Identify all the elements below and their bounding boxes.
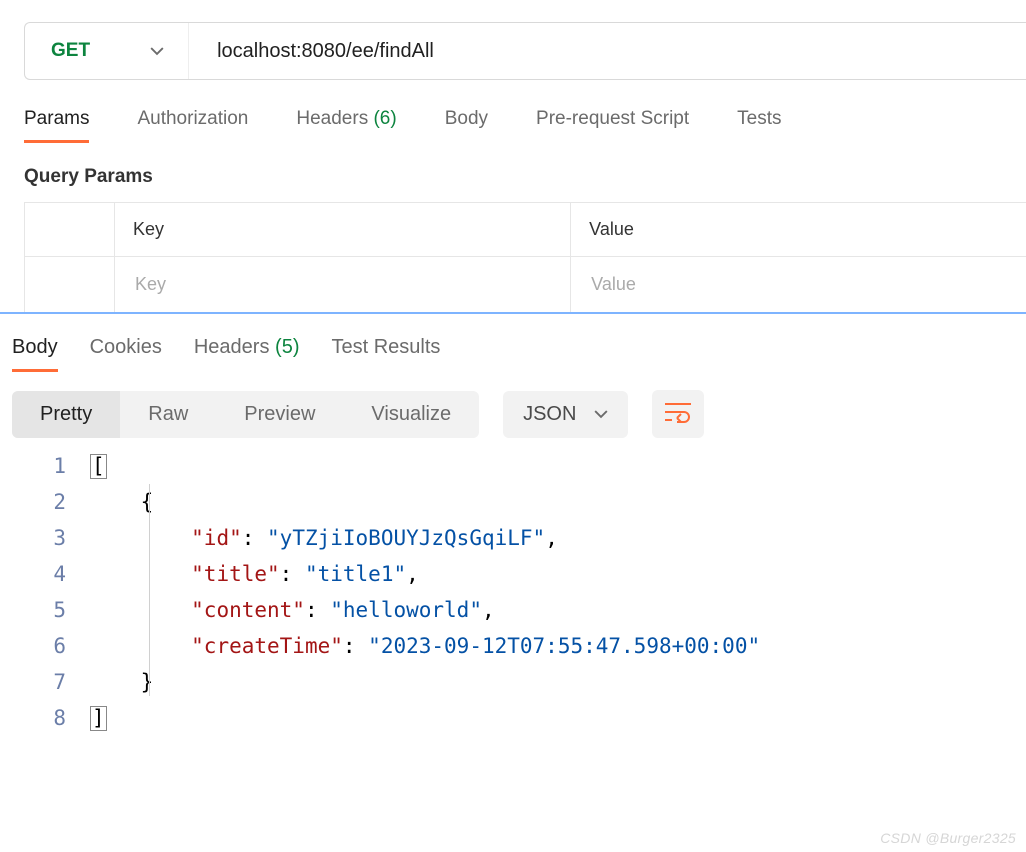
format-label: JSON xyxy=(523,403,576,426)
line-number: 1 xyxy=(0,448,66,484)
view-visualize[interactable]: Visualize xyxy=(343,391,479,438)
tab-authorization[interactable]: Authorization xyxy=(137,108,248,143)
view-preview[interactable]: Preview xyxy=(216,391,343,438)
line-number: 7 xyxy=(0,664,66,700)
json-key: "id" xyxy=(191,526,242,550)
line-number: 2 xyxy=(0,484,66,520)
json-value: "2023-09-12T07:55:47.598+00:00" xyxy=(368,634,760,658)
key-input[interactable] xyxy=(133,273,552,296)
view-label: Raw xyxy=(148,403,188,425)
url-input[interactable] xyxy=(189,23,1026,79)
tab-headers[interactable]: Headers (6) xyxy=(296,108,396,143)
tab-label: Tests xyxy=(737,108,781,129)
query-params-table: Key Value xyxy=(24,202,1026,313)
view-label: Visualize xyxy=(371,403,451,425)
response-body-code[interactable]: 1 2 3 4 5 6 7 8 [ { "id": "yTZjiIoBOUYJz… xyxy=(0,438,1026,736)
response-tabs: Body Cookies Headers (5) Test Results xyxy=(0,314,1026,372)
http-method-select[interactable]: GET xyxy=(25,23,189,79)
tab-params[interactable]: Params xyxy=(24,108,89,143)
json-value: "yTZjiIoBOUYJzQsGqiLF" xyxy=(267,526,545,550)
request-bar: GET xyxy=(24,22,1026,80)
tab-label: Test Results xyxy=(331,336,440,358)
tab-count: (6) xyxy=(373,108,396,129)
watermark: CSDN @Burger2325 xyxy=(880,830,1016,846)
value-header: Value xyxy=(571,203,1026,257)
tab-label: Body xyxy=(12,336,58,358)
resp-tab-test-results[interactable]: Test Results xyxy=(331,336,440,372)
tab-label: Pre-request Script xyxy=(536,108,689,129)
tab-label: Authorization xyxy=(137,108,248,129)
checkbox-header xyxy=(25,203,115,257)
json-key: "createTime" xyxy=(191,634,343,658)
wrap-icon xyxy=(664,401,692,428)
tab-label: Headers xyxy=(194,336,270,358)
view-mode-group: Pretty Raw Preview Visualize xyxy=(12,391,479,438)
response-toolbar: Pretty Raw Preview Visualize JSON xyxy=(0,372,1026,438)
tab-body[interactable]: Body xyxy=(445,108,488,143)
value-input[interactable] xyxy=(589,273,1008,296)
chevron-down-icon xyxy=(594,407,608,421)
bracket: } xyxy=(141,670,154,694)
resp-tab-body[interactable]: Body xyxy=(12,336,58,372)
query-params-title: Query Params xyxy=(24,166,1026,188)
resp-tab-headers[interactable]: Headers (5) xyxy=(194,336,300,372)
json-key: "content" xyxy=(191,598,305,622)
tab-count: (5) xyxy=(275,336,299,358)
line-number: 8 xyxy=(0,700,66,736)
tab-label: Body xyxy=(445,108,488,129)
http-method-label: GET xyxy=(51,40,90,62)
tab-tests[interactable]: Tests xyxy=(737,108,781,143)
json-value: "helloworld" xyxy=(330,598,482,622)
view-raw[interactable]: Raw xyxy=(120,391,216,438)
key-header: Key xyxy=(115,203,571,257)
resp-tab-cookies[interactable]: Cookies xyxy=(90,336,162,372)
json-key: "title" xyxy=(191,562,280,586)
wrap-lines-button[interactable] xyxy=(652,390,704,438)
tab-label: Headers xyxy=(296,108,368,129)
view-label: Pretty xyxy=(40,403,92,425)
format-select[interactable]: JSON xyxy=(503,391,628,438)
line-number-gutter: 1 2 3 4 5 6 7 8 xyxy=(0,448,90,736)
line-number: 6 xyxy=(0,628,66,664)
bracket: [ xyxy=(90,454,107,479)
row-checkbox-cell[interactable] xyxy=(25,257,115,313)
table-row xyxy=(25,257,1026,313)
code-body: [ { "id": "yTZjiIoBOUYJzQsGqiLF", "title… xyxy=(90,448,1026,736)
json-value: "title1" xyxy=(305,562,406,586)
fold-guide xyxy=(149,484,150,696)
request-tabs: Params Authorization Headers (6) Body Pr… xyxy=(0,80,1026,144)
bracket: { xyxy=(141,490,154,514)
line-number: 4 xyxy=(0,556,66,592)
bracket: ] xyxy=(90,706,107,731)
tab-prerequest-script[interactable]: Pre-request Script xyxy=(536,108,689,143)
line-number: 3 xyxy=(0,520,66,556)
line-number: 5 xyxy=(0,592,66,628)
tab-label: Params xyxy=(24,108,89,129)
view-pretty[interactable]: Pretty xyxy=(12,391,120,438)
table-header-row: Key Value xyxy=(25,203,1026,257)
chevron-down-icon xyxy=(150,44,164,58)
tab-label: Cookies xyxy=(90,336,162,358)
view-label: Preview xyxy=(244,403,315,425)
